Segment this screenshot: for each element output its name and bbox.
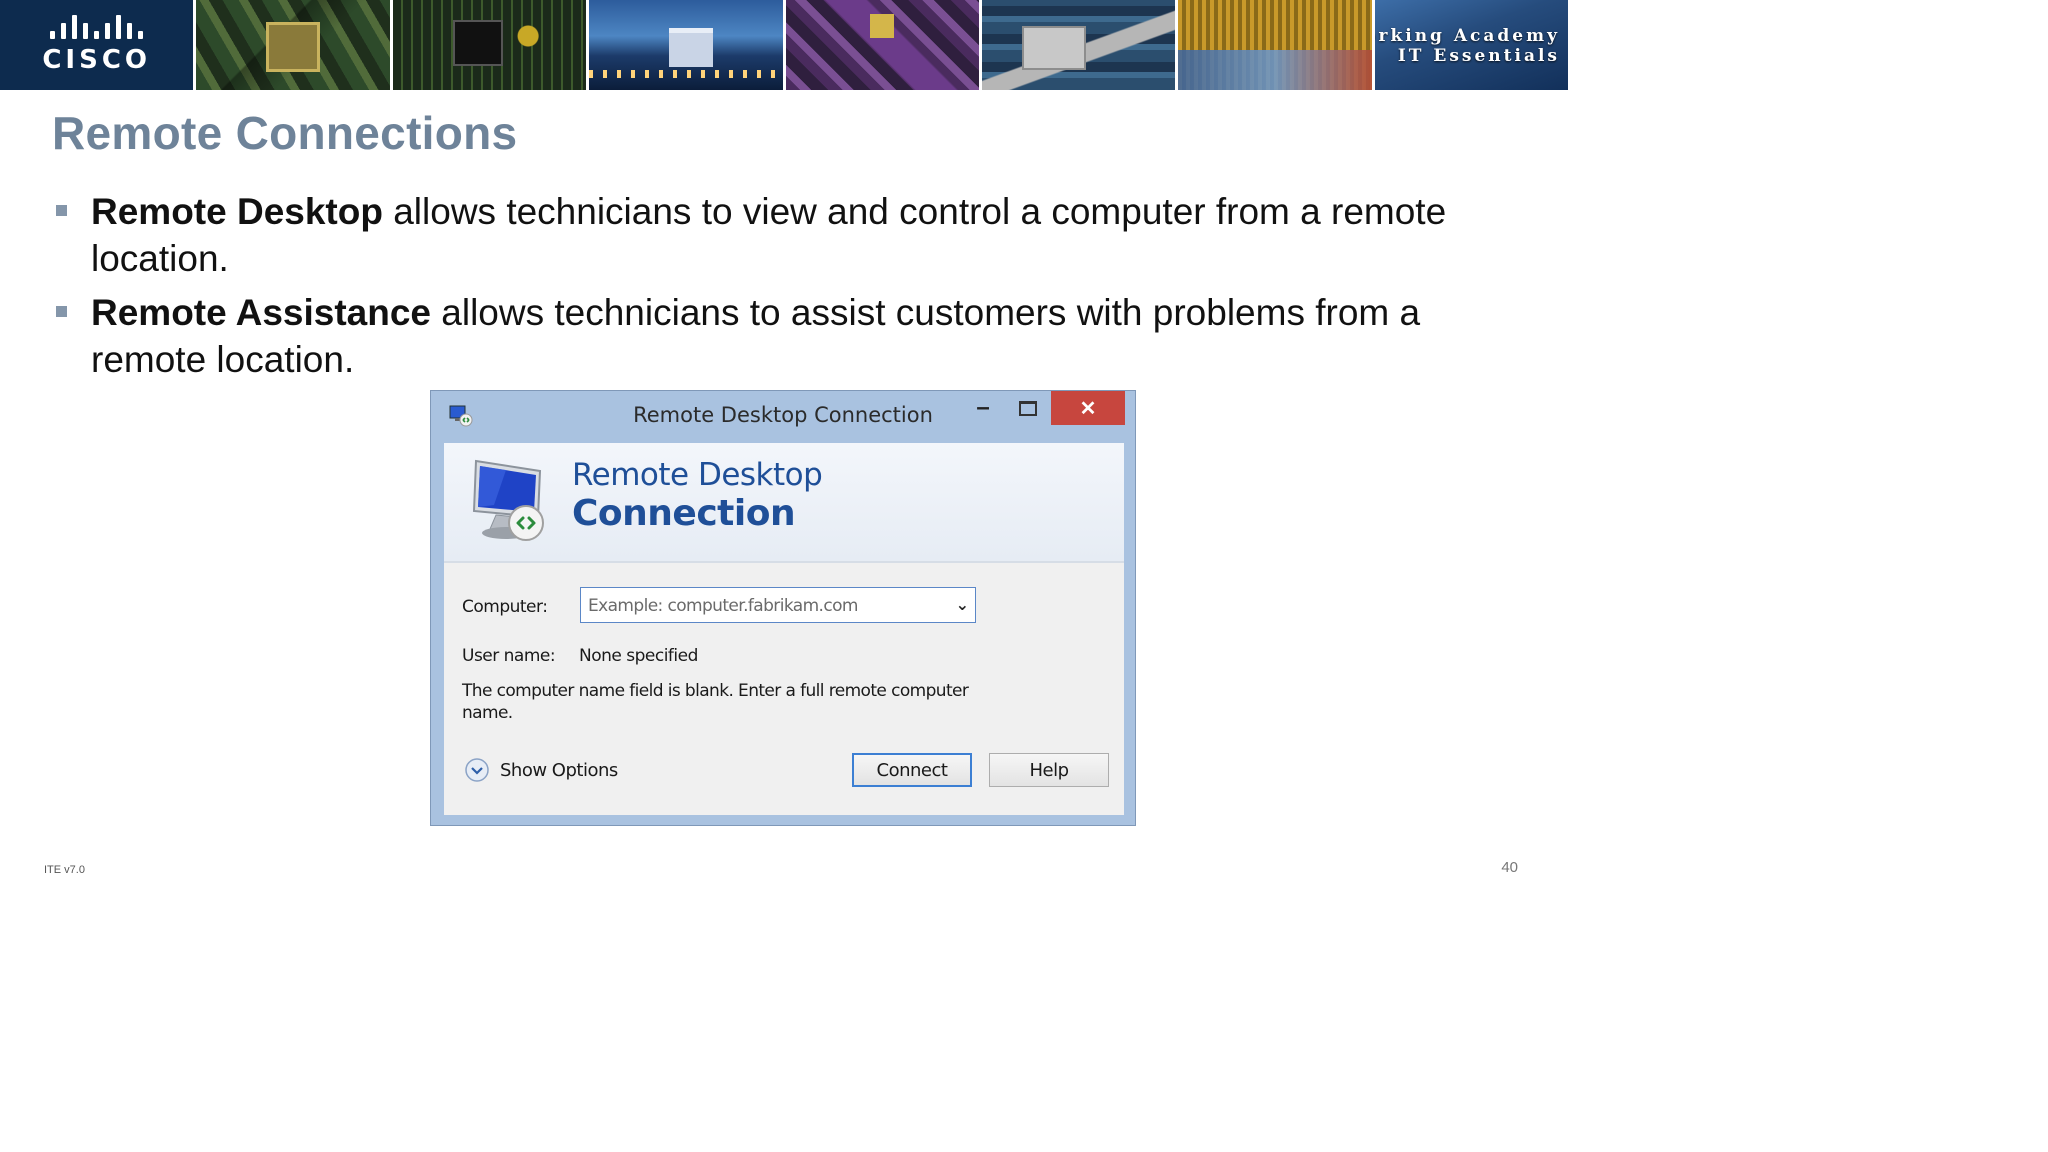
slide-number: 40 — [1501, 859, 1518, 876]
header-title-line-2: Connection — [572, 493, 796, 534]
status-message: The computer name field is blank. Enter … — [462, 681, 969, 723]
header-banner: CISCO Cisco Networking Academy IT Essent… — [0, 0, 1568, 90]
computer-combobox[interactable]: Example: computer.fabrikam.com ⌄ — [580, 587, 976, 623]
banner-photo-circuit-board — [392, 0, 587, 90]
username-label: User name: — [462, 646, 556, 666]
banner-photo-expansion-cards — [785, 0, 979, 90]
academy-line-1: Cisco Networking Academy — [1375, 26, 1560, 46]
help-button[interactable]: Help — [989, 753, 1109, 787]
cisco-logo: CISCO — [0, 0, 194, 90]
remote-desktop-dialog: Remote Desktop Connection – ✕ Remote Des… — [430, 390, 1136, 826]
remote-desktop-monitor-icon — [472, 459, 544, 541]
banner-photo-city — [589, 0, 783, 90]
bullet-term: Remote Desktop — [91, 191, 383, 232]
computer-input[interactable]: Example: computer.fabrikam.com — [588, 596, 858, 616]
bullet-list: Remote Desktop allows technicians to vie… — [56, 188, 1526, 390]
dropdown-chevron-icon[interactable]: ⌄ — [956, 595, 969, 614]
banner-academy-tile: Cisco Networking Academy IT Essentials — [1374, 0, 1568, 90]
dialog-body: Computer: Example: computer.fabrikam.com… — [444, 563, 1124, 815]
expand-chevron-icon[interactable] — [464, 757, 490, 783]
username-value: None specified — [579, 646, 698, 666]
academy-line-2: IT Essentials — [1397, 46, 1560, 66]
header-title-line-1: Remote Desktop — [572, 457, 823, 493]
cisco-wordmark: CISCO — [42, 45, 152, 75]
computer-label: Computer: — [462, 597, 548, 617]
bullet-marker — [56, 205, 67, 216]
bullet-item-remote-desktop: Remote Desktop allows technicians to vie… — [56, 188, 1526, 282]
footer-course-version: ITE v7.0 — [44, 864, 85, 876]
banner-photo-motherboard — [981, 0, 1176, 90]
academy-title: Cisco Networking Academy IT Essentials — [1375, 26, 1560, 66]
slide-title: Remote Connections — [52, 107, 518, 159]
bullet-marker — [56, 306, 67, 317]
banner-photo-connectors — [1178, 0, 1372, 90]
bullet-item-remote-assistance: Remote Assistance allows technicians to … — [56, 289, 1526, 383]
maximize-icon[interactable] — [1007, 391, 1049, 425]
dialog-titlebar[interactable]: Remote Desktop Connection – ✕ — [431, 391, 1135, 441]
minimize-icon[interactable]: – — [961, 391, 1005, 425]
dialog-header: Remote Desktop Connection — [444, 443, 1124, 563]
connect-button[interactable]: Connect — [852, 753, 972, 787]
bullet-term: Remote Assistance — [91, 292, 431, 333]
cisco-bars-icon — [50, 15, 144, 39]
close-icon[interactable]: ✕ — [1051, 391, 1125, 425]
banner-photo-chips — [196, 0, 390, 90]
show-options-toggle[interactable]: Show Options — [464, 757, 618, 783]
show-options-label[interactable]: Show Options — [500, 760, 618, 781]
